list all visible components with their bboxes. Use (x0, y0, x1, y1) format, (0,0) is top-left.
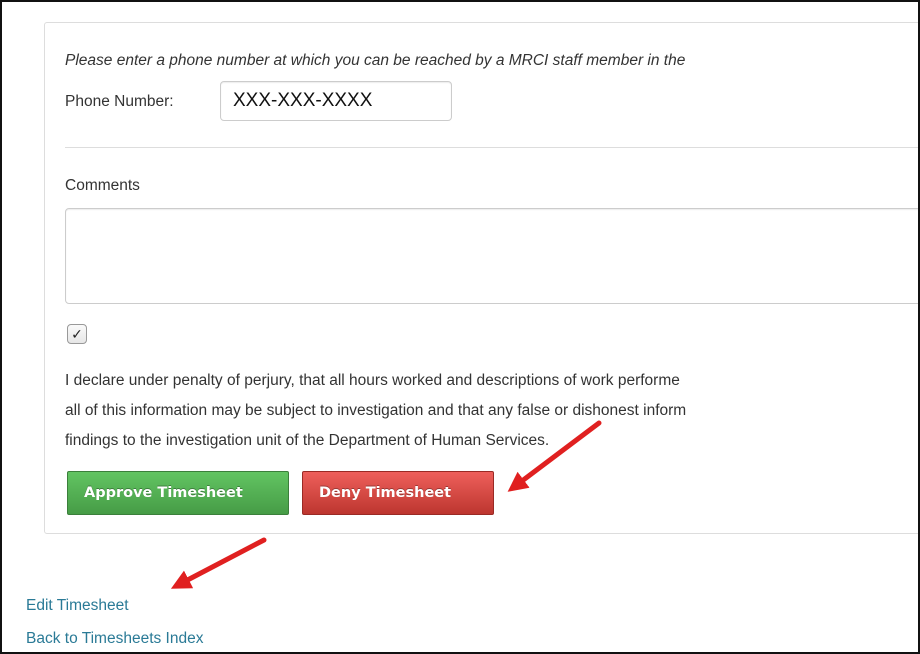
check-icon: ✓ (71, 326, 83, 342)
back-to-timesheets-index-link[interactable]: Back to Timesheets Index (26, 630, 203, 648)
phone-instruction: Please enter a phone number at which you… (65, 52, 686, 69)
declaration-line: findings to the investigation unit of th… (65, 432, 550, 449)
edit-timesheet-link[interactable]: Edit Timesheet (26, 597, 129, 615)
approve-timesheet-button[interactable]: Approve Timesheet (67, 471, 289, 515)
deny-timesheet-button[interactable]: Deny Timesheet (302, 471, 494, 515)
timesheet-approval-panel: Please enter a phone number at which you… (44, 22, 918, 534)
declaration-checkbox[interactable]: ✓ (67, 324, 87, 344)
comments-label: Comments (65, 177, 140, 194)
screenshot-frame: Please enter a phone number at which you… (0, 0, 920, 654)
declaration-text: I declare under penalty of perjury, that… (65, 366, 918, 456)
declaration-line: all of this information may be subject t… (65, 402, 687, 419)
section-divider (65, 147, 918, 148)
phone-number-input[interactable] (220, 81, 452, 121)
annotation-arrow-icon (170, 537, 267, 589)
comments-textarea[interactable] (65, 208, 918, 304)
phone-number-label: Phone Number: (65, 93, 174, 110)
declaration-line: I declare under penalty of perjury, that… (65, 372, 680, 389)
